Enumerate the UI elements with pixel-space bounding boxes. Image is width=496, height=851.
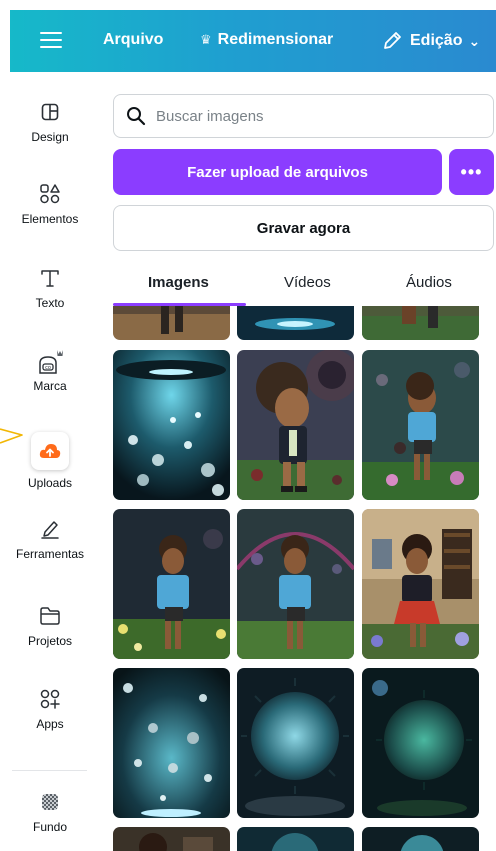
uploaded-image-thumbnail[interactable]	[113, 306, 230, 340]
uploaded-image-thumbnail[interactable]	[237, 306, 354, 340]
media-tabs: Imagens Vídeos Áudios	[113, 262, 496, 306]
sidebar-item-label: Fundo	[32, 820, 68, 834]
record-now-button[interactable]: Gravar agora	[113, 205, 494, 251]
sidebar-divider	[12, 770, 87, 771]
uploaded-image-thumbnail[interactable]	[113, 509, 230, 659]
text-icon	[0, 264, 100, 292]
uploaded-image-thumbnail[interactable]	[113, 827, 230, 851]
sidebar-item-marca[interactable]: co Marca	[0, 347, 100, 393]
sidebar-item-label: Marca	[33, 379, 67, 393]
tab-imagens[interactable]: Imagens	[148, 274, 209, 291]
chevron-down-icon: ⌄	[468, 32, 481, 49]
sidebar-item-label: Projetos	[27, 634, 73, 648]
search-bar[interactable]	[113, 94, 494, 138]
uploaded-image-thumbnail[interactable]	[362, 509, 479, 659]
sidebar-item-label: Apps	[36, 717, 64, 731]
arquivo-menu[interactable]: Arquivo	[103, 31, 163, 49]
uploaded-image-thumbnail[interactable]	[362, 668, 479, 818]
sidebar-item-label: Texto	[35, 296, 65, 310]
more-dots-icon: •••	[460, 161, 483, 182]
brand-icon: co	[0, 347, 100, 375]
sidebar-item-label: Ferramentas	[15, 547, 85, 561]
sidebar-item-label: Design	[31, 130, 69, 144]
folder-icon	[0, 602, 100, 630]
uploads-image-grid	[113, 306, 496, 851]
sidebar-item-label: Elementos	[21, 212, 79, 226]
tab-videos[interactable]: Vídeos	[284, 274, 331, 291]
pointer-arrow-icon	[0, 428, 23, 444]
shapes-icon	[0, 180, 100, 208]
edicao-menu[interactable]: Edição ⌄	[382, 31, 480, 51]
more-options-button[interactable]: •••	[449, 149, 494, 195]
sidebar-item-label: Uploads	[27, 476, 73, 490]
uploaded-image-thumbnail[interactable]	[237, 668, 354, 818]
uploaded-image-thumbnail[interactable]	[362, 827, 479, 851]
sidebar-item-elementos[interactable]: Elementos	[0, 180, 100, 226]
search-input[interactable]	[156, 107, 456, 125]
arquivo-label: Arquivo	[103, 31, 164, 48]
uploaded-image-thumbnail[interactable]	[237, 509, 354, 659]
uploaded-image-thumbnail[interactable]	[113, 668, 230, 818]
hamburger-menu-icon[interactable]	[40, 32, 62, 50]
edicao-label: Edição	[410, 32, 463, 49]
tab-audios[interactable]: Áudios	[406, 274, 452, 291]
sidebar-item-apps[interactable]: Apps	[0, 685, 100, 731]
uploaded-image-thumbnail[interactable]	[113, 350, 230, 500]
uploaded-image-thumbnail[interactable]	[362, 306, 479, 340]
layout-icon	[0, 98, 100, 126]
upload-cloud-icon	[31, 432, 69, 470]
sidebar-item-projetos[interactable]: Projetos	[0, 602, 100, 648]
redimensionar-label: Redimensionar	[217, 31, 334, 48]
search-icon	[127, 107, 146, 126]
redimensionar-button[interactable]: ♛ Redimensionar	[200, 31, 333, 49]
sidebar-item-ferramentas[interactable]: Ferramentas	[0, 515, 100, 561]
uploaded-image-thumbnail[interactable]	[237, 827, 354, 851]
sidebar-item-fundo[interactable]: Fundo	[0, 788, 100, 834]
upload-files-button[interactable]: Fazer upload de arquivos	[113, 149, 442, 195]
uploaded-image-thumbnail[interactable]	[237, 350, 354, 500]
draw-icon	[0, 515, 100, 543]
svg-text:co: co	[45, 365, 51, 371]
sidebar-item-texto[interactable]: Texto	[0, 264, 100, 310]
sidebar-item-design[interactable]: Design	[0, 98, 100, 144]
top-toolbar: Arquivo ♛ Redimensionar Edição ⌄	[10, 10, 496, 72]
crown-icon: ♛	[200, 32, 212, 47]
apps-icon	[0, 685, 100, 713]
background-icon	[0, 788, 100, 816]
uploaded-image-thumbnail[interactable]	[362, 350, 479, 500]
pencil-icon	[384, 32, 401, 49]
